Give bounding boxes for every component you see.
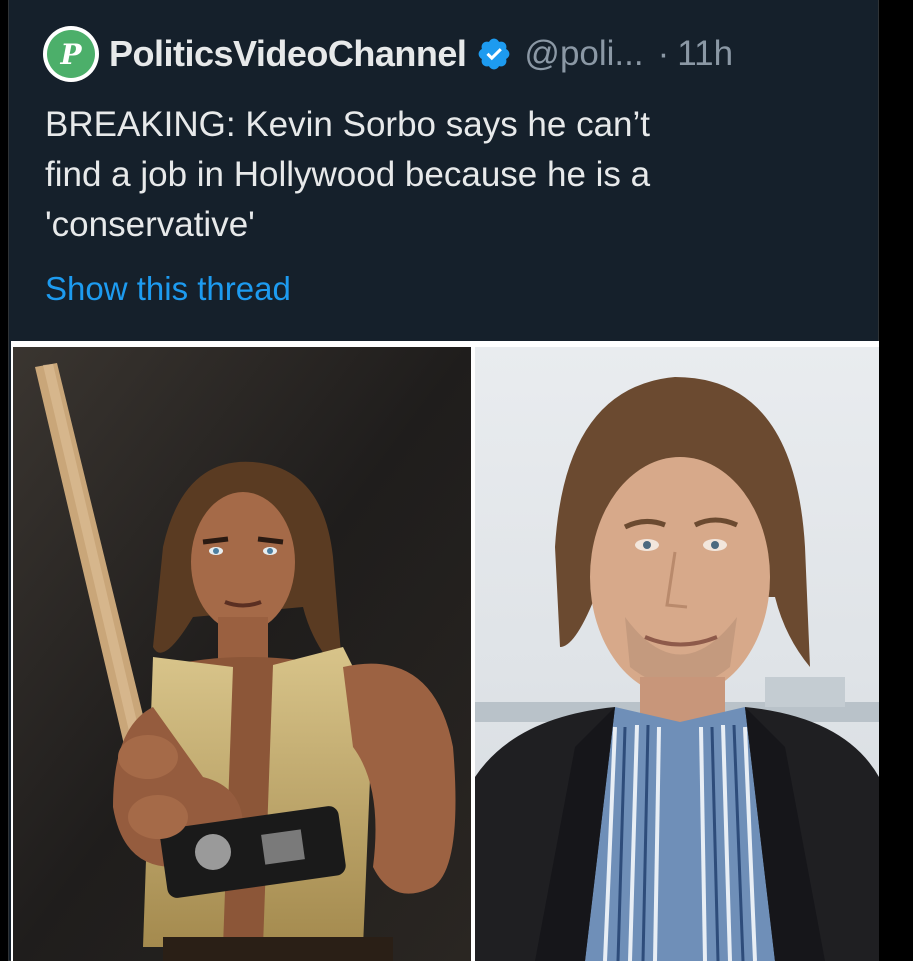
timestamp[interactable]: 11h [677,34,733,74]
separator-dot: · [657,34,670,73]
media-photo-left[interactable] [13,347,471,961]
user-handle[interactable]: @poli... [524,34,643,74]
media-photo-right[interactable] [475,347,879,961]
photo-hercules-illustration [13,347,471,961]
show-thread-link[interactable]: Show this thread [45,270,291,308]
avatar-logo: P [47,30,95,78]
photo-portrait-illustration [475,347,879,961]
tweet-media[interactable] [11,341,879,961]
display-name[interactable]: PoliticsVideoChannel [109,33,467,75]
verified-badge-icon [479,38,510,70]
avatar[interactable]: P [43,26,99,82]
tweet-text: BREAKING: Kevin Sorbo says he can’t find… [45,105,651,244]
tweet-card[interactable]: P PoliticsVideoChannel @poli... · 11h BR… [8,0,879,961]
tweet-header: P PoliticsVideoChannel @poli... · 11h [43,26,733,82]
